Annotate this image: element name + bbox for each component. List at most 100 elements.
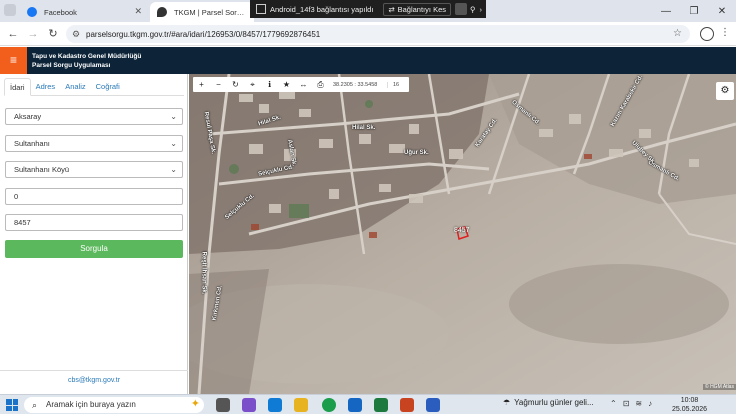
tab-adres[interactable]: Adres [31,78,61,95]
parcel-input[interactable]: 8457 [5,214,183,231]
locate-icon[interactable]: ⌖ [244,80,261,90]
browser-tabstrip: Facebook ✕ TKGM | Parsel Sorgu Uygulamas… [0,0,736,22]
chevron-down-icon: ⌄ [170,112,177,121]
app-title: Tapu ve Kadastro Genel Müdürlüğü Parsel … [32,52,141,70]
query-panel: İdari Adres Analiz Coğrafi Aksaray ⌄ Sul… [0,74,188,394]
close-icon[interactable]: ✕ [134,6,142,17]
neighborhood-value: Sultanhanı Köyü [14,165,70,174]
url-text: parselsorgu.tkgm.gov.tr/#ara/idari/12695… [86,29,321,39]
more-menu-icon[interactable]: ⋮ [720,27,730,38]
tab-analiz[interactable]: Analiz [60,78,90,95]
system-clock[interactable]: 10:08 25.05.2026 [672,396,707,414]
zoom-out-icon[interactable]: − [210,80,227,89]
favorite-star-icon[interactable]: ★ [278,80,295,89]
copilot-app-icon[interactable] [242,398,256,412]
search-placeholder: Aramak için buraya yazın [46,400,136,409]
chevron-right-icon[interactable]: › [480,5,483,14]
excel-icon[interactable] [374,398,388,412]
district-select[interactable]: Sultanhanı ⌄ [5,135,183,152]
tab-facebook[interactable]: Facebook ✕ [20,2,148,22]
wifi-icon[interactable]: ≋ [635,399,642,408]
app-title-line2: Parsel Sorgu Uygulaması [32,62,111,69]
block-value: 0 [14,192,19,201]
chevron-up-icon[interactable]: ⌃ [610,399,617,408]
stop-icon[interactable] [455,3,467,15]
reload-icon[interactable]: ↻ [46,27,60,41]
close-window-icon[interactable]: ✕ [708,6,736,17]
refresh-icon[interactable]: ↻ [227,80,244,89]
back-arrow-icon[interactable]: ← [6,27,20,41]
screen: Facebook ✕ TKGM | Parsel Sorgu Uygulamas… [0,0,736,414]
maximize-icon[interactable]: ❐ [680,6,708,17]
bookmark-star-icon[interactable]: ☆ [673,28,682,39]
address-bar: ← → ↻ ⚙ parselsorgu.tkgm.gov.tr/#ara/ida… [0,22,736,46]
outlook-icon[interactable] [348,398,362,412]
pin-icon[interactable]: ⚲ [470,5,476,14]
minimize-icon[interactable]: — [652,6,680,17]
app-title-line1: Tapu ve Kadastro Genel Müdürlüğü [32,53,142,60]
block-input[interactable]: 0 [5,188,183,205]
map-attribution: © HGM Atlas [703,384,736,390]
clock-time: 10:08 [680,397,699,404]
chrome-icon[interactable] [322,398,336,412]
weather-rain-icon: ☂ [503,398,511,407]
network-icon[interactable]: ⊡ [623,399,630,408]
search-button[interactable]: Sorgula [5,240,183,258]
file-explorer-icon[interactable] [294,398,308,412]
window-controls: — ❐ ✕ [652,0,736,22]
edge-icon[interactable] [268,398,282,412]
taskbar-search[interactable]: ⌕ Aramak için buraya yazın ✦ [24,397,204,413]
volume-icon[interactable]: ♪ [648,399,652,408]
url-field[interactable]: ⚙ parselsorgu.tkgm.gov.tr/#ara/idari/126… [66,25,690,43]
chevron-down-icon: ⌄ [170,139,177,148]
site-info-icon[interactable]: ⚙ [72,29,80,40]
tab-search-icon[interactable] [4,4,16,16]
contact-email-link[interactable]: cbs@tkgm.gov.tr [0,377,188,384]
forward-arrow-icon[interactable]: → [26,27,40,41]
zoom-in-icon[interactable]: + [193,80,210,89]
zoom-level: 16 [387,81,399,88]
disconnect-label: Bağlantıyı Kes [397,4,446,14]
panel-divider [0,370,188,371]
tab-title: TKGM | Parsel Sorgu Uygulaması [174,7,246,17]
windows-start-icon[interactable] [6,399,18,411]
notification-title: Android_14f3 bağlantısı yapıldı [270,4,374,14]
settings-gear-icon[interactable]: ⚙ [716,82,734,100]
coordinate-readout: 38.2305 : 33.5458 [333,81,378,88]
province-value: Aksaray [14,112,42,121]
word-icon[interactable] [426,398,440,412]
street-label: Hilal Sk. [352,125,376,131]
task-view-icon[interactable] [216,398,230,412]
connection-notification: Android_14f3 bağlantısı yapıldı ⇄ Bağlant… [250,0,486,18]
location-pin-icon [157,7,167,17]
powerpoint-icon[interactable] [400,398,414,412]
copilot-icon: ✦ [190,398,200,410]
weather-text: Yağmurlu günler geli... [514,398,594,407]
tab-idari[interactable]: İdari [4,78,31,96]
search-icon: ⌕ [32,400,38,410]
app-header: ≡ Tapu ve Kadastro Genel Müdürlüğü Parse… [0,47,736,74]
map-toolbar: + − ↻ ⌖ ℹ ★ ↔ ⎙ 38.2305 : 33.5458 16 [193,77,409,92]
neighborhood-select[interactable]: Sultanhanı Köyü ⌄ [5,161,183,178]
province-select[interactable]: Aksaray ⌄ [5,108,183,125]
query-tabs: İdari Adres Analiz Coğrafi [4,78,184,96]
tab-cografi[interactable]: Coğrafi [91,78,125,95]
tab-title: Facebook [44,7,77,17]
system-tray: ⌃ ⊡ ≋ ♪ [610,399,652,408]
print-icon[interactable]: ⎙ [312,80,329,90]
disconnect-button[interactable]: ⇄ Bağlantıyı Kes [383,2,451,16]
measure-icon[interactable]: ↔ [295,80,312,89]
facebook-icon [27,7,37,17]
parcel-value: 8457 [14,218,31,227]
link-icon: ⇄ [388,4,395,14]
district-value: Sultanhanı [14,139,50,148]
parcel-label: 8457 [454,227,470,234]
tab-tkgm[interactable]: TKGM | Parsel Sorgu Uygulaması [150,2,254,22]
hamburger-menu-icon[interactable]: ≡ [0,47,27,74]
profile-icon[interactable] [700,27,714,41]
windows-taskbar: ⌕ Aramak için buraya yazın ✦ ☂ Yağmurlu … [0,394,736,414]
info-icon[interactable]: ℹ [261,80,278,89]
weather-widget[interactable]: ☂ Yağmurlu günler geli... [503,398,594,407]
street-label: Reşit İhsan Sk. [200,251,207,295]
window-icon [256,4,266,14]
